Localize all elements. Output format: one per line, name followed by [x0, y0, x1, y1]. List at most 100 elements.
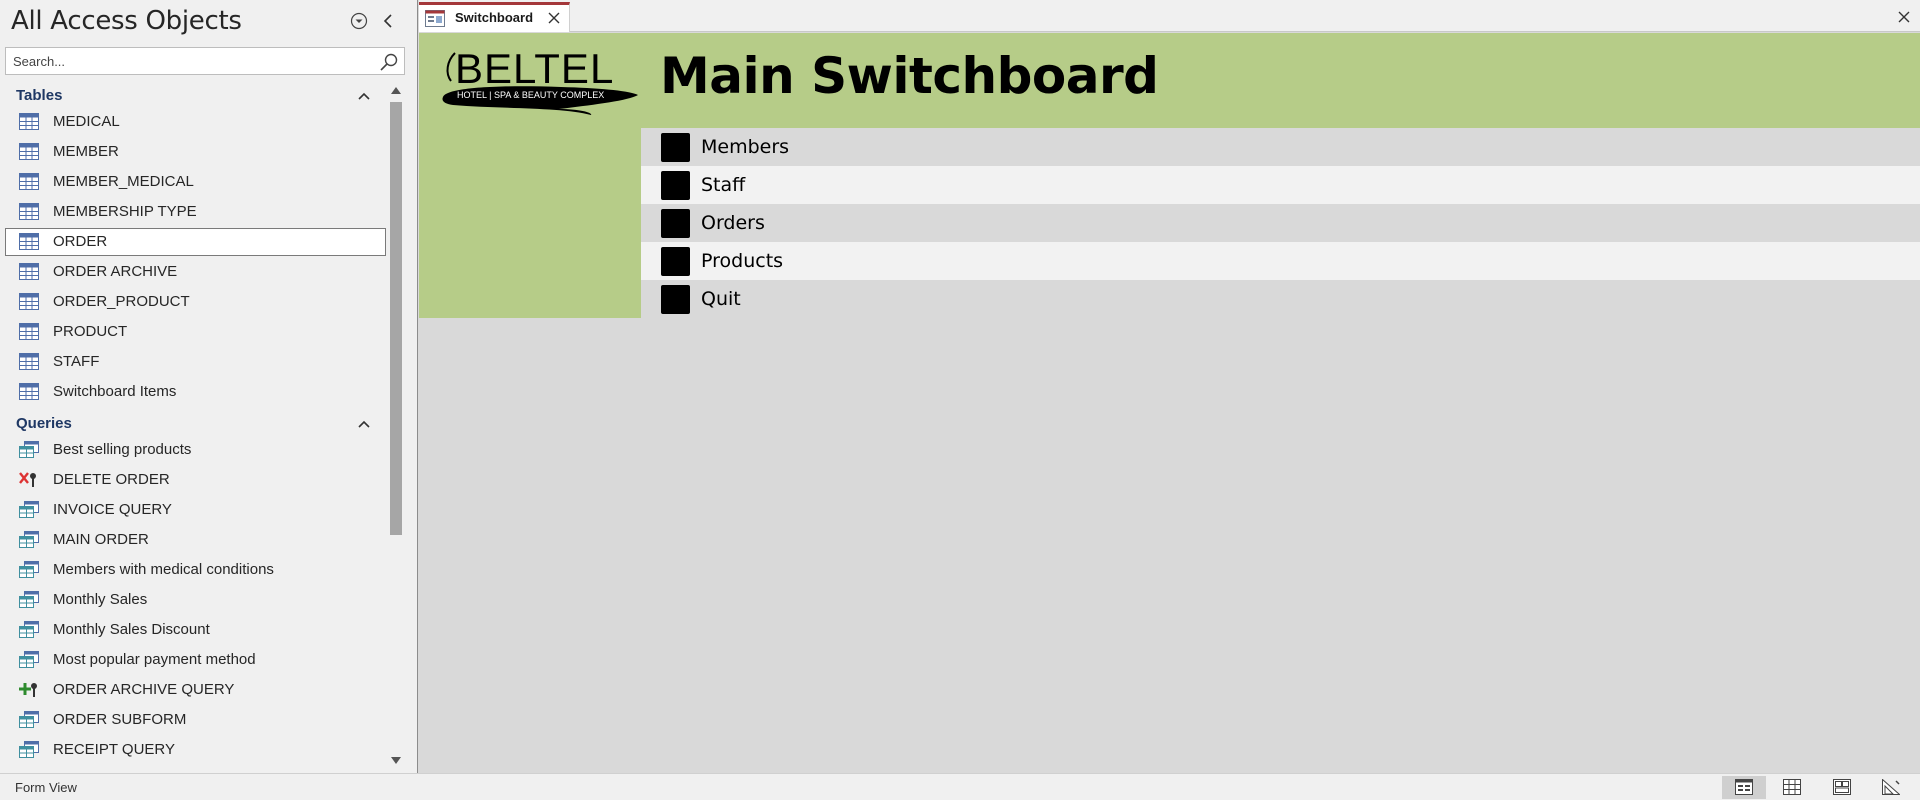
status-text: Form View [15, 780, 77, 795]
document-area: Switchboard BELTEL HOTEL | SPA & BEAUTY … [419, 0, 1920, 773]
design-view-button[interactable] [1869, 776, 1913, 799]
menu-option-label[interactable]: Products [701, 250, 783, 272]
nav-item[interactable]: MEMBER_MEDICAL [5, 168, 386, 196]
table-icon [19, 353, 39, 370]
scrollbar-thumb[interactable] [390, 102, 402, 535]
close-tab-icon[interactable] [547, 11, 561, 25]
group-label: Tables [16, 87, 63, 104]
nav-item[interactable]: INVOICE QUERY [5, 496, 386, 524]
nav-item-label: PRODUCT [53, 323, 128, 340]
scroll-up-arrow-icon[interactable] [391, 86, 401, 94]
menu-option-button[interactable] [661, 171, 690, 200]
document-tab-bar: Switchboard [419, 0, 1920, 32]
select-query-icon [19, 651, 39, 668]
menu-item-staff[interactable]: Staff [641, 166, 1920, 204]
select-query-icon [19, 621, 39, 638]
menu-option-label[interactable]: Members [701, 136, 789, 158]
menu-item-orders[interactable]: Orders [641, 204, 1920, 242]
nav-item[interactable]: ORDER_PRODUCT [5, 288, 386, 316]
nav-item[interactable]: Monthly Sales Discount [5, 616, 386, 644]
nav-item[interactable]: Members with medical conditions [5, 556, 386, 584]
nav-pane-title: All Access Objects [11, 6, 242, 36]
nav-item-label: Monthly Sales Discount [53, 621, 210, 638]
datasheet-view-button[interactable] [1770, 776, 1814, 799]
nav-item[interactable]: MEMBER [5, 138, 386, 166]
select-query-icon [19, 441, 39, 458]
nav-item[interactable]: STAFF [5, 348, 386, 376]
nav-item-label: ORDER ARCHIVE QUERY [53, 681, 235, 698]
nav-item-label: MEDICAL [53, 113, 120, 130]
scroll-down-arrow-icon[interactable] [391, 757, 401, 765]
nav-item[interactable]: ORDER [5, 228, 386, 256]
nav-item[interactable]: Most popular payment method [5, 646, 386, 674]
form-view-icon [1735, 779, 1753, 795]
group-header-tables[interactable]: Tables [0, 84, 390, 108]
nav-item[interactable]: ORDER ARCHIVE QUERY [5, 676, 386, 704]
table-icon [19, 173, 39, 190]
nav-item-label: MEMBER_MEDICAL [53, 173, 194, 190]
menu-option-label[interactable]: Quit [701, 288, 741, 310]
search-input[interactable] [6, 48, 366, 74]
select-query-icon [19, 531, 39, 548]
menu-option-button[interactable] [661, 133, 690, 162]
form-title: Main Switchboard [660, 47, 1159, 105]
menu-item-members[interactable]: Members [641, 128, 1920, 166]
close-document-icon[interactable] [1897, 10, 1911, 24]
nav-item[interactable]: ORDER ARCHIVE [5, 258, 386, 286]
select-query-icon [19, 501, 39, 518]
menu-option-label[interactable]: Staff [701, 174, 745, 196]
nav-item[interactable]: MEMBERSHIP TYPE [5, 198, 386, 226]
datasheet-view-icon [1783, 779, 1801, 795]
menu-option-button[interactable] [661, 285, 690, 314]
navigation-pane: All Access Objects Tables MEDICAL MEMBER ME… [0, 0, 405, 773]
delete-query-icon [19, 472, 36, 487]
switchboard-form: BELTEL HOTEL | SPA & BEAUTY COMPLEX Main… [419, 33, 1920, 773]
form-view-button[interactable] [1722, 776, 1766, 799]
nav-item[interactable]: Monthly Sales [5, 586, 386, 614]
menu-option-button[interactable] [661, 209, 690, 238]
nav-menu-dropdown-icon[interactable] [350, 12, 368, 30]
group-header-queries[interactable]: Queries [0, 412, 390, 436]
nav-item[interactable]: PRODUCT [5, 318, 386, 346]
nav-item[interactable]: Switchboard Items [5, 378, 386, 406]
access-window: All Access Objects Tables MEDICAL MEMBER ME… [0, 0, 1920, 800]
nav-item[interactable]: DELETE ORDER [5, 466, 386, 494]
nav-item-label: MAIN ORDER [53, 531, 149, 548]
layout-view-icon [1833, 779, 1851, 795]
menu-option-label[interactable]: Orders [701, 212, 765, 234]
group-label: Queries [16, 415, 72, 432]
table-icon [19, 143, 39, 160]
append-query-icon [19, 683, 37, 697]
nav-item-label: MEMBER [53, 143, 119, 160]
nav-item-label: ORDER ARCHIVE [53, 263, 178, 280]
table-icon [19, 383, 39, 400]
menu-option-button[interactable] [661, 247, 690, 276]
nav-item[interactable]: RECEIPT QUERY [5, 736, 386, 764]
table-icon [19, 293, 39, 310]
search-icon[interactable] [379, 52, 399, 72]
nav-item[interactable]: MEDICAL [5, 108, 386, 136]
nav-search-box[interactable] [5, 47, 405, 75]
tab-switchboard[interactable]: Switchboard [419, 2, 570, 32]
nav-item[interactable]: MAIN ORDER [5, 526, 386, 554]
collapse-pane-icon[interactable] [380, 12, 398, 30]
pane-splitter[interactable] [405, 0, 418, 773]
layout-view-button[interactable] [1820, 776, 1864, 799]
form-header: BELTEL HOTEL | SPA & BEAUTY COMPLEX Main… [419, 33, 1920, 128]
design-view-icon [1882, 779, 1900, 795]
nav-item[interactable]: Best selling products [5, 436, 386, 464]
select-query-icon [19, 591, 39, 608]
chevron-up-icon[interactable] [356, 88, 372, 104]
menu-item-products[interactable]: Products [641, 242, 1920, 280]
nav-scrollbar[interactable] [387, 84, 405, 773]
nav-item-label: ORDER [53, 233, 108, 250]
svg-text:HOTEL | SPA & BEAUTY COMPLEX: HOTEL | SPA & BEAUTY COMPLEX [457, 90, 604, 100]
select-query-icon [19, 711, 39, 728]
nav-item-label: ORDER_PRODUCT [53, 293, 190, 310]
nav-item-label: ORDER SUBFORM [53, 711, 187, 728]
table-icon [19, 233, 39, 250]
nav-item[interactable]: ORDER SUBFORM [5, 706, 386, 734]
menu-item-quit[interactable]: Quit [641, 280, 1920, 318]
chevron-up-icon[interactable] [356, 416, 372, 432]
nav-item-label: INVOICE QUERY [53, 501, 172, 518]
